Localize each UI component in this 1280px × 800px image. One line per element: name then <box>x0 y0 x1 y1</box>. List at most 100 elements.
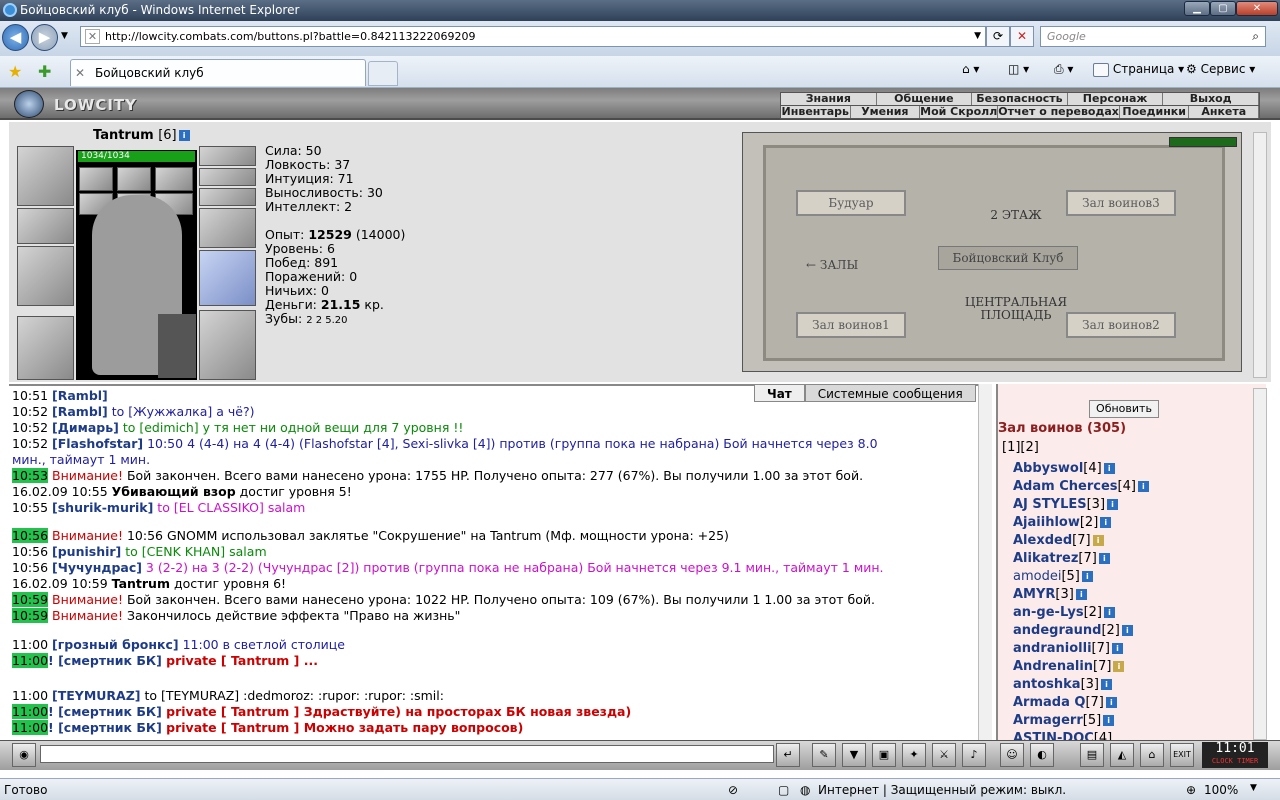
info-icon[interactable]: i <box>1103 463 1115 474</box>
menu-transfers-report[interactable]: Отчет о переводах <box>998 106 1120 118</box>
menu-security[interactable]: Безопасность <box>972 93 1068 105</box>
pet-slot[interactable] <box>158 314 196 378</box>
list-item[interactable]: ASTIN-DOC[4] <box>1013 731 1112 740</box>
list-item[interactable]: AMYR[3] i <box>1013 587 1087 602</box>
weapon-slot[interactable] <box>17 246 74 306</box>
menu-profile[interactable]: Анкета <box>1189 106 1260 118</box>
tab-chat[interactable]: Чат <box>754 384 805 402</box>
map-fightclub[interactable]: Бойцовский Клуб <box>938 246 1078 270</box>
print-icon[interactable]: ⎙ ▾ <box>1054 62 1073 77</box>
helmet-icon[interactable]: ◭ <box>1110 743 1134 767</box>
maximize-button[interactable]: ▢ <box>1210 1 1236 16</box>
pagination[interactable]: [1][2] <box>1002 440 1039 455</box>
info-icon[interactable]: i <box>1111 643 1123 654</box>
list-item[interactable]: Armada Q[7] i <box>1013 695 1117 710</box>
map-boudoir[interactable]: Будуар <box>796 190 906 216</box>
search-icon[interactable]: ⌕ <box>1252 29 1259 44</box>
duel-icon[interactable]: ⚔ <box>932 743 956 767</box>
search-input[interactable]: Google ⌕ <box>1040 26 1266 47</box>
list-item[interactable]: Ajaiihlow[2] i <box>1013 515 1112 530</box>
refresh-icon[interactable]: ⟳ <box>986 26 1010 47</box>
list-item[interactable]: amodei[5] i <box>1013 569 1093 584</box>
rune-slot-2[interactable] <box>117 167 151 191</box>
menu-battles[interactable]: Поединки <box>1120 106 1190 118</box>
tab-fightclub[interactable]: ✕ Бойцовский клуб <box>70 59 366 86</box>
filter-icon[interactable]: ▼ <box>842 743 866 767</box>
mask-icon[interactable]: ◐ <box>1030 743 1054 767</box>
menu-character[interactable]: Персонаж <box>1068 93 1164 105</box>
info-icon[interactable]: i <box>178 130 190 141</box>
page-menu[interactable]: Страница ▾ <box>1093 62 1184 77</box>
list-item[interactable]: Abbyswol[4] i <box>1013 461 1115 476</box>
url-dropdown-icon[interactable]: ▼ <box>974 31 981 41</box>
smile-icon[interactable]: ☺ <box>1000 743 1024 767</box>
upper-scrollbar[interactable] <box>1253 132 1267 378</box>
earrings-slot[interactable] <box>199 146 256 166</box>
privacy-icon[interactable]: ⊘ <box>728 783 738 797</box>
info-icon[interactable]: i <box>1098 553 1110 564</box>
info-icon[interactable]: i <box>1137 481 1149 492</box>
map-hall2[interactable]: Зал воинов2 <box>1066 312 1176 338</box>
close-button[interactable]: ✕ <box>1236 1 1278 16</box>
info-icon[interactable]: i <box>1103 607 1115 618</box>
fight-icon[interactable]: ✦ <box>902 743 926 767</box>
tools-menu[interactable]: ⚙ Сервис ▾ <box>1186 62 1255 76</box>
list-item[interactable]: AJ STYLES[3] i <box>1013 497 1119 512</box>
info-icon[interactable]: i <box>1100 517 1112 528</box>
send-icon[interactable]: ↵ <box>776 743 800 767</box>
back-button[interactable]: ◀ <box>2 24 29 51</box>
list-item[interactable]: andraniolli[7] i <box>1013 641 1123 656</box>
armor-slot[interactable] <box>17 316 74 380</box>
address-bar[interactable]: ✕ http://lowcity.combats.com/buttons.pl?… <box>80 26 986 47</box>
menu-exit[interactable]: Выход <box>1163 93 1259 105</box>
menu-skills[interactable]: Умения <box>851 106 921 118</box>
add-favorite-icon[interactable]: ✚ <box>38 62 51 81</box>
info-icon[interactable]: i <box>1075 589 1087 600</box>
list-item[interactable]: Alexded[7] i <box>1013 533 1104 548</box>
chat-input[interactable] <box>40 745 774 763</box>
menu-inventory[interactable]: Инвентарь <box>781 106 851 118</box>
map-halls[interactable]: ← ЗАЛЫ <box>806 258 858 272</box>
stop-icon[interactable]: ✕ <box>1010 26 1034 47</box>
list-item[interactable]: antoshka[3] i <box>1013 677 1113 692</box>
info-icon[interactable]: i <box>1121 625 1133 636</box>
amulet-slot[interactable] <box>199 168 256 186</box>
boots-slot[interactable] <box>199 310 256 380</box>
bag-icon[interactable]: ▤ <box>1080 743 1104 767</box>
menu-knowledge[interactable]: Знания <box>781 93 877 105</box>
shield-slot[interactable] <box>199 250 256 306</box>
list-item[interactable]: Adam Cherces[4] i <box>1013 479 1149 494</box>
favorites-star-icon[interactable]: ★ <box>8 62 22 81</box>
tab-system-messages[interactable]: Системные сообщения <box>804 384 976 402</box>
save-icon[interactable]: ▣ <box>872 743 896 767</box>
new-tab-button[interactable] <box>368 61 398 86</box>
history-dropdown-icon[interactable]: ▼ <box>61 31 68 41</box>
rss-icon[interactable]: ◫ ▾ <box>1008 62 1029 76</box>
helmet-slot[interactable] <box>17 146 74 206</box>
list-item[interactable]: Alikatrez[7] i <box>1013 551 1110 566</box>
list-item[interactable]: Andrenalin[7] i <box>1013 659 1125 674</box>
chat-mode-icon[interactable]: ◉ <box>12 743 36 767</box>
info-icon[interactable]: i <box>1113 661 1125 672</box>
speaker-icon[interactable]: ♪ <box>962 743 986 767</box>
zoom-dropdown-icon[interactable]: ▼ <box>1250 783 1257 793</box>
url-text[interactable]: http://lowcity.combats.com/buttons.pl?ba… <box>105 30 476 43</box>
chat-scrollbar[interactable] <box>978 384 992 740</box>
security-zone[interactable]: Интернет | Защищенный режим: выкл. <box>818 783 1066 797</box>
minimize-button[interactable]: ▁ <box>1184 1 1210 16</box>
forward-button[interactable]: ▶ <box>31 24 58 51</box>
info-icon[interactable]: i <box>1092 535 1104 546</box>
home-icon[interactable]: ⌂ ▾ <box>962 62 979 76</box>
info-icon[interactable]: i <box>1107 499 1119 510</box>
rune-slot-3[interactable] <box>155 167 193 191</box>
menu-my-scroll[interactable]: Мой Скролл <box>920 106 999 118</box>
map-hall1[interactable]: Зал воинов1 <box>796 312 906 338</box>
zoom-level[interactable]: 100% <box>1204 783 1238 797</box>
refresh-button[interactable]: Обновить <box>1089 400 1159 418</box>
clear-icon[interactable]: ✎ <box>812 743 836 767</box>
list-item[interactable]: andegraund[2] i <box>1013 623 1133 638</box>
info-icon[interactable]: i <box>1101 679 1113 690</box>
list-item[interactable]: Armagerr[5] i <box>1013 713 1115 728</box>
menu-communication[interactable]: Общение <box>877 93 973 105</box>
list-item[interactable]: an-ge-Lys[2] i <box>1013 605 1115 620</box>
